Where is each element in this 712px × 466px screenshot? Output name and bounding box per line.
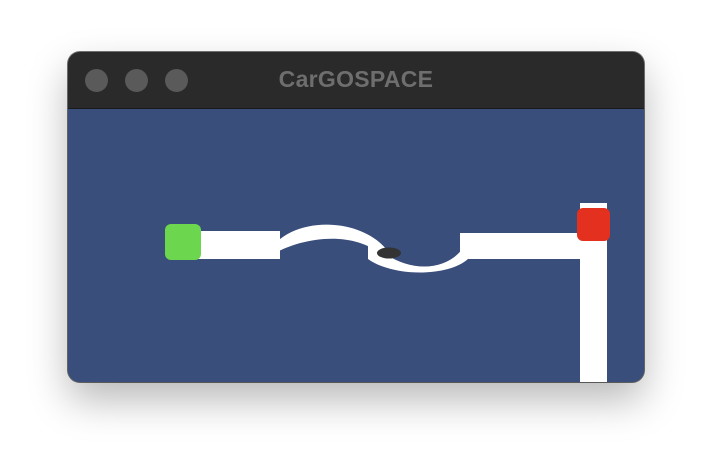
track-scene	[165, 203, 610, 382]
window-title: CarGOSPACE	[278, 66, 434, 92]
game-canvas[interactable]	[68, 109, 644, 382]
app-window: CarGOSPACE	[68, 52, 644, 382]
start-marker[interactable]	[165, 224, 201, 260]
road-curve-upper	[265, 224, 386, 259]
title-bar[interactable]: CarGOSPACE	[68, 52, 644, 109]
car-icon[interactable]	[377, 247, 401, 259]
road-segment-right	[460, 233, 582, 259]
goal-marker[interactable]	[577, 208, 610, 241]
